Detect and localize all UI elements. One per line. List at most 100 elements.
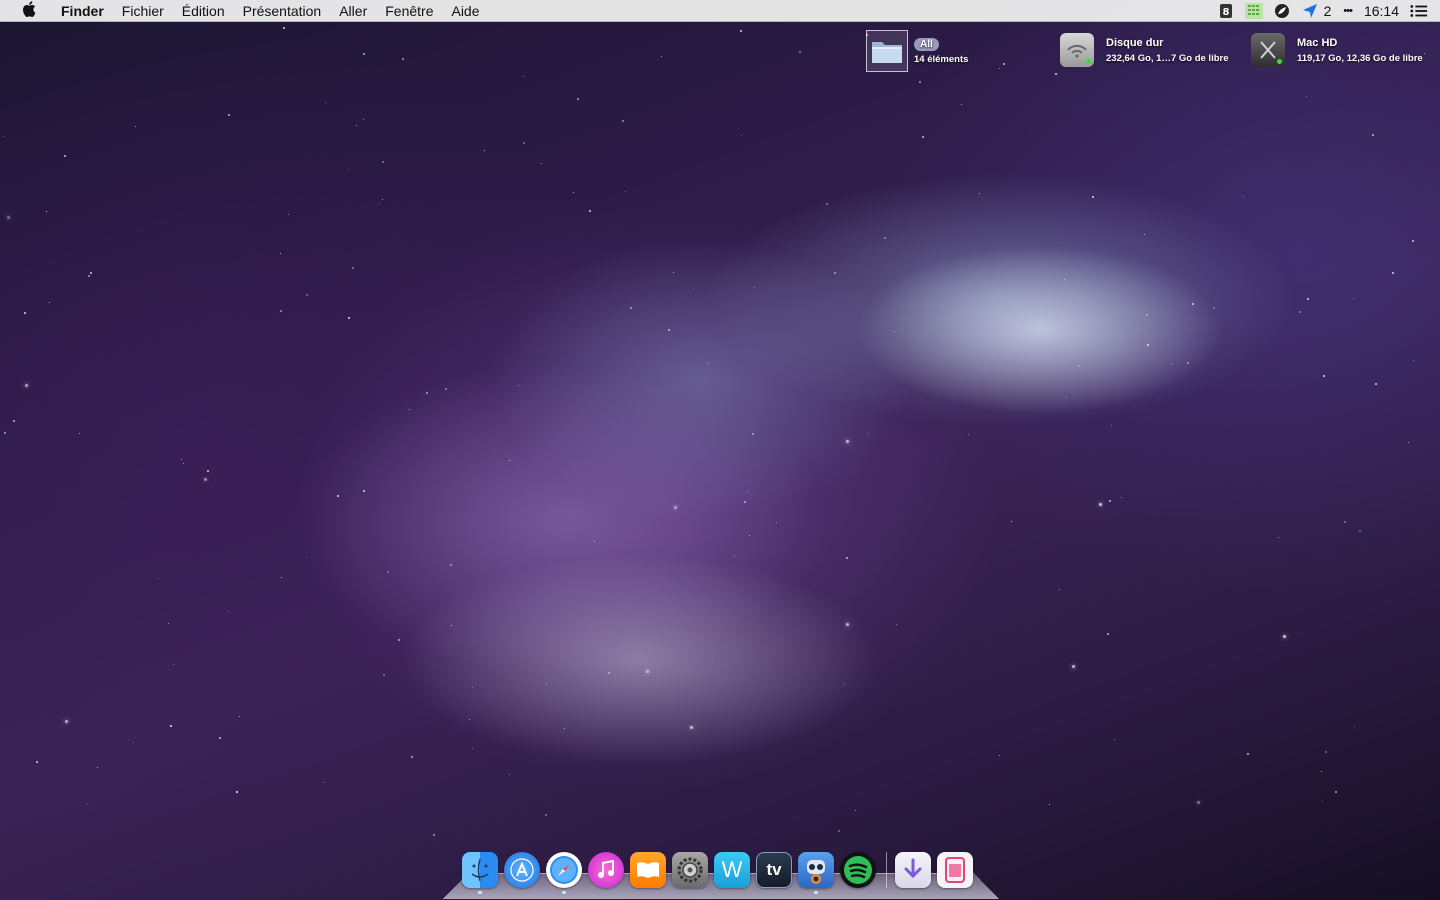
star <box>668 329 670 331</box>
star <box>409 409 410 410</box>
star <box>518 385 519 386</box>
star <box>1322 801 1323 802</box>
star <box>1408 442 1409 443</box>
star <box>433 834 435 836</box>
star <box>545 814 547 816</box>
menu-presentation[interactable]: Présentation <box>234 0 331 22</box>
star <box>826 203 828 205</box>
star <box>472 748 473 749</box>
word-icon[interactable]: W <box>714 852 750 888</box>
star <box>577 98 579 100</box>
star <box>589 210 591 212</box>
star <box>469 719 470 720</box>
star <box>752 433 754 435</box>
mac-hd-widget[interactable]: Mac HD 119,17 Go, 12,36 Go de libre <box>1251 33 1423 67</box>
disk-title: Mac HD <box>1297 36 1338 49</box>
star <box>1049 804 1050 805</box>
menu-fenetre[interactable]: Fenêtre <box>376 0 442 22</box>
leaf-icon[interactable] <box>1273 3 1291 19</box>
star <box>379 203 380 204</box>
star <box>846 557 848 559</box>
hard-drive-icon <box>1251 33 1285 67</box>
star <box>1424 53 1425 54</box>
star <box>387 571 389 573</box>
star <box>1283 635 1286 638</box>
star <box>1055 73 1057 75</box>
ibooks-icon[interactable] <box>630 852 666 888</box>
star <box>744 501 746 503</box>
star <box>402 58 404 60</box>
star <box>690 726 693 729</box>
location-arrow-icon[interactable] <box>1301 3 1319 19</box>
star <box>348 317 350 319</box>
memory-meter-icon[interactable] <box>1244 2 1263 19</box>
star <box>708 363 709 364</box>
star <box>1144 234 1145 235</box>
battery-app-icon[interactable]: 8 <box>1217 3 1235 19</box>
star <box>564 728 565 729</box>
trash-icon[interactable] <box>937 852 973 888</box>
star <box>1197 801 1200 804</box>
star <box>170 725 172 727</box>
star <box>356 125 357 126</box>
star <box>594 541 595 542</box>
apple-menu-icon[interactable] <box>20 0 38 21</box>
star <box>1099 503 1102 506</box>
star <box>472 687 473 688</box>
all-folder-widget[interactable]: All 14 éléments <box>866 30 968 72</box>
tweetbot-icon[interactable] <box>798 852 834 894</box>
itunes-icon[interactable] <box>588 852 624 888</box>
star <box>306 294 308 296</box>
more-icon[interactable]: ••• <box>1337 5 1358 17</box>
star <box>747 491 748 492</box>
star <box>838 830 840 832</box>
star <box>168 623 169 624</box>
star <box>219 737 221 739</box>
star <box>1066 397 1067 398</box>
finder-icon[interactable] <box>462 852 498 894</box>
menu-edition[interactable]: Édition <box>173 0 234 22</box>
star <box>207 470 209 472</box>
star <box>337 495 339 497</box>
star <box>352 267 354 269</box>
star <box>173 664 174 665</box>
star <box>884 237 886 239</box>
star <box>1064 279 1065 280</box>
menu-aller[interactable]: Aller <box>330 0 376 22</box>
star <box>741 135 742 136</box>
star <box>1307 298 1309 300</box>
menu-aide[interactable]: Aide <box>442 0 488 22</box>
star <box>426 392 428 394</box>
star <box>484 150 485 151</box>
star <box>1344 521 1346 523</box>
star <box>1011 521 1012 522</box>
star <box>451 625 452 626</box>
star <box>36 761 38 763</box>
tv-icon[interactable]: tv <box>756 852 792 888</box>
downloads-icon[interactable] <box>895 852 931 888</box>
notification-center-icon[interactable] <box>1410 3 1428 19</box>
star <box>181 459 182 460</box>
star <box>1146 314 1148 316</box>
disk-capacity: 232,64 Go, 1…7 Go de libre <box>1106 52 1229 64</box>
app-store-icon[interactable] <box>504 852 540 888</box>
system-preferences-icon[interactable] <box>672 852 708 888</box>
star <box>383 674 385 676</box>
clock[interactable]: 16:14 <box>1358 3 1405 19</box>
safari-icon[interactable] <box>546 852 582 894</box>
menu-app-finder[interactable]: Finder <box>52 0 113 22</box>
star <box>1413 360 1414 361</box>
star <box>1187 362 1189 364</box>
star <box>1372 134 1374 136</box>
star <box>674 506 677 509</box>
notification-count[interactable]: 2 <box>1318 3 1338 19</box>
disque-dur-widget[interactable]: Disque dur 232,64 Go, 1…7 Go de libre <box>1060 33 1229 67</box>
menu-fichier[interactable]: Fichier <box>113 0 173 22</box>
star <box>398 639 400 641</box>
star <box>3 136 4 137</box>
star <box>1247 753 1249 755</box>
star <box>64 155 66 157</box>
spotify-icon[interactable] <box>840 852 876 888</box>
star <box>922 136 924 138</box>
star <box>608 672 610 674</box>
